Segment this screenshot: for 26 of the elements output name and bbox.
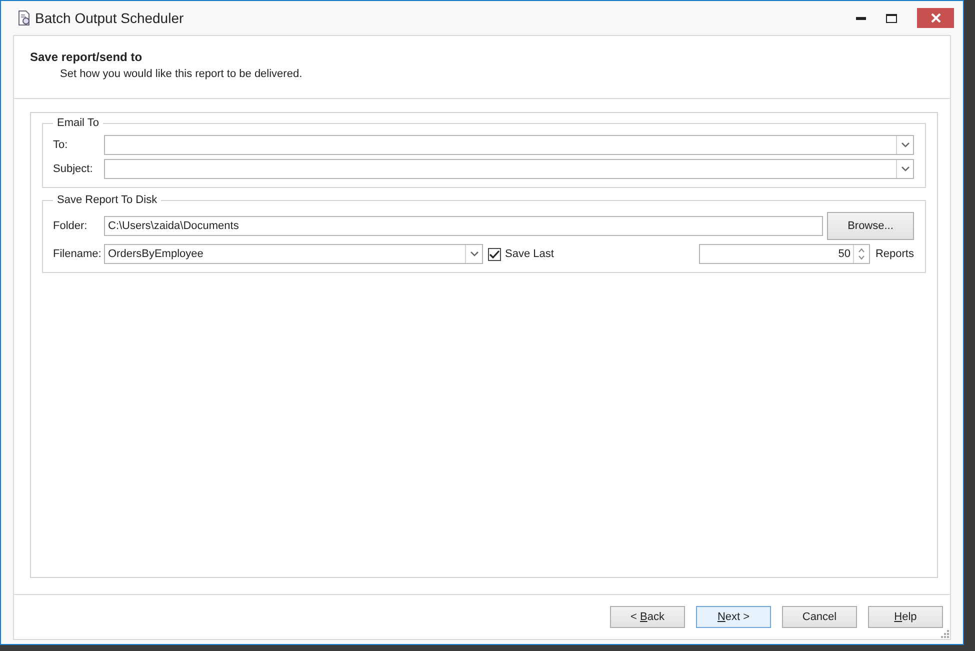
reports-spinner[interactable]: 50 [699, 244, 870, 264]
minimize-icon[interactable] [856, 16, 866, 20]
filename-combo-box[interactable]: OrdersByEmployee [104, 244, 483, 264]
wizard-button[interactable]: Help [868, 606, 943, 628]
checkmark-icon [489, 250, 500, 258]
wizard-button[interactable]: Cancel [782, 606, 857, 628]
field-label: To: [53, 139, 69, 151]
reports-label: Reports [875, 248, 914, 260]
field-label: Folder: [53, 220, 88, 232]
resize-grip-icon[interactable] [941, 630, 949, 638]
field-label: Filename: [53, 248, 102, 260]
wizard-button[interactable]: Next > [696, 606, 771, 628]
field-label: Subject: [53, 163, 94, 175]
close-icon [930, 13, 940, 23]
folder-field[interactable]: C:\Users\zaida\Documents [104, 216, 823, 236]
wizard-button[interactable]: < Back [610, 606, 685, 628]
page-title: Save report/send to [30, 50, 144, 64]
save-last-checkbox[interactable]: Save Last [488, 248, 554, 260]
close-button[interactable] [917, 8, 954, 28]
page-subtitle: Set how you would like this report to be delivered. [60, 68, 304, 80]
browse-button[interactable]: Browse... [827, 212, 914, 240]
group-title: Email To [56, 117, 100, 129]
window-title: Batch Output Scheduler [35, 10, 184, 26]
group-title: Save Report To Disk [56, 194, 158, 206]
document-icon [17, 10, 31, 26]
maximize-icon[interactable] [886, 14, 897, 22]
